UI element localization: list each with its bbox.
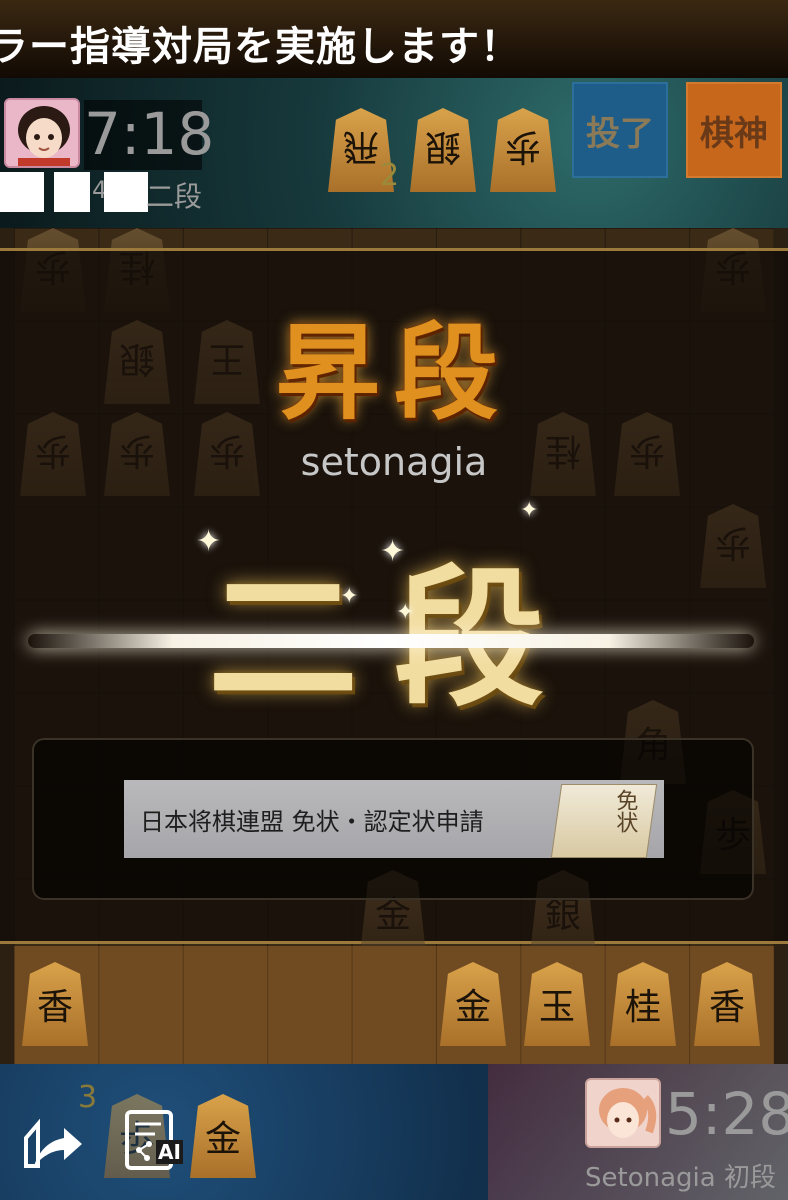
sparkle-icon: ✦ [340, 584, 359, 609]
share-button[interactable] [18, 1106, 88, 1176]
player-avatar[interactable] [585, 1078, 661, 1148]
board-piece[interactable]: 金 [440, 962, 506, 1046]
promotion-title: 昇段 [275, 311, 512, 434]
resign-button[interactable]: 投了 [572, 82, 668, 178]
kishin-button[interactable]: 棋神 [686, 82, 782, 178]
opponent-avatar[interactable] [4, 98, 80, 168]
opponent-captured-piece[interactable]: 歩 [490, 108, 556, 192]
announcement-banner: ラー指導対局を実施します！ [0, 0, 788, 78]
board-piece[interactable]: 香 [694, 962, 760, 1046]
captured-count: 2 [380, 158, 400, 193]
certificate-scroll-icon: 免状 [550, 784, 658, 858]
censor-block [54, 172, 90, 212]
board-piece[interactable]: 玉 [524, 962, 590, 1046]
girl-avatar-icon [6, 100, 78, 166]
player-name: Setonagia 初段 [585, 1163, 776, 1193]
light-streak [28, 634, 754, 648]
censor-block [104, 172, 148, 212]
ai-label: AI [156, 1140, 183, 1164]
ai-analysis-button[interactable]: AI [116, 1106, 186, 1176]
opponent-rank: 二段 [146, 180, 203, 213]
girl-avatar-icon [587, 1080, 659, 1146]
board-piece[interactable]: 香 [22, 962, 88, 1046]
sparkle-icon: ✦ [520, 498, 539, 523]
sparkle-icon: ✦ [196, 524, 222, 559]
player-timer: 5:28 [665, 1080, 788, 1148]
share-icon [24, 1118, 82, 1168]
certificate-scroll-text: 免状 [612, 789, 638, 833]
promoted-username: setonagia [300, 440, 488, 484]
censor-block [0, 172, 44, 212]
board-piece[interactable]: 桂 [610, 962, 676, 1046]
sparkle-icon: ✦ [396, 600, 415, 625]
player-captured-piece[interactable]: 金 [190, 1094, 256, 1178]
banner-text: ラー指導対局を実施します！ [0, 24, 521, 70]
opponent-timer: 7:18 [84, 100, 215, 170]
certificate-label: 日本将棋連盟 免状・認定状申請 [140, 807, 484, 836]
sparkle-icon: ✦ [380, 534, 406, 569]
opponent-captured-piece[interactable]: 銀 [410, 108, 476, 192]
